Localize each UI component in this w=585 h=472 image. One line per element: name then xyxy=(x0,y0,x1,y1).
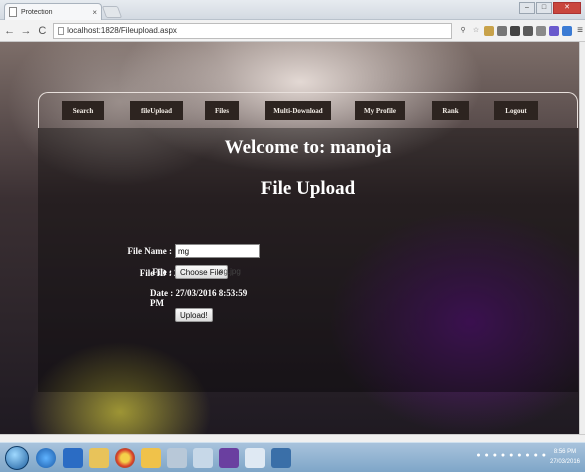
nav-files-button[interactable]: Files xyxy=(205,101,239,120)
internet-explorer-icon[interactable] xyxy=(36,448,56,468)
upload-panel: Welcome to: manoja File Upload File ID :… xyxy=(38,128,578,392)
maximize-button[interactable]: □ xyxy=(536,2,552,14)
extension-icon[interactable] xyxy=(536,25,547,36)
upload-button[interactable]: Upload! xyxy=(175,308,213,322)
close-window-button[interactable]: ✕ xyxy=(553,2,581,14)
extension-icons: ⚲ ☆ ≡ xyxy=(458,25,585,36)
nav-my-profile-button[interactable]: My Profile xyxy=(355,101,405,120)
tools-icon[interactable] xyxy=(193,448,213,468)
browser-toolbar: ← → C localhost:1828/Fileupload.aspx ⚲ ☆… xyxy=(0,20,585,42)
folder-icon[interactable] xyxy=(89,448,109,468)
star-app-icon[interactable] xyxy=(141,448,161,468)
file-label: File : xyxy=(152,267,172,277)
taskbar-clock[interactable]: 8:56 PM 27/03/2016 xyxy=(549,447,581,467)
window-app-icon[interactable] xyxy=(271,448,291,468)
nav-fileupload-button[interactable]: fileUpload xyxy=(130,101,183,120)
nav-logout-button[interactable]: Logout xyxy=(494,101,538,120)
page-icon xyxy=(58,26,65,35)
chrome-icon[interactable] xyxy=(115,448,135,468)
date-label: Date : 27/03/2016 8:53:59 PM xyxy=(150,288,248,308)
file-name-label: File Name : xyxy=(127,246,172,256)
main-navigation: Search fileUpload Files Multi-Download M… xyxy=(38,92,578,128)
page-icon xyxy=(9,7,17,17)
nav-multi-download-button[interactable]: Multi-Download xyxy=(265,101,331,120)
url-text: localhost:1828/Fileupload.aspx xyxy=(67,26,177,35)
extension-icon[interactable] xyxy=(523,25,534,36)
chosen-file-name: ng.jpg xyxy=(219,267,241,276)
extension-icon[interactable] xyxy=(562,25,573,36)
document-app-icon[interactable] xyxy=(245,448,265,468)
tab-title: Protection xyxy=(21,8,53,16)
menu-icon[interactable]: ≡ xyxy=(575,25,585,36)
extension-icon[interactable] xyxy=(484,25,495,36)
file-name-input[interactable] xyxy=(175,244,260,258)
vertical-scrollbar[interactable] xyxy=(579,42,585,434)
bookmark-star-icon[interactable]: ☆ xyxy=(471,26,481,36)
system-tray-icons[interactable]: ● ● ● ● ● ● ● ● ● xyxy=(476,452,547,459)
back-arrow-icon[interactable]: ← xyxy=(3,25,16,37)
new-tab-button[interactable] xyxy=(101,6,123,18)
browser-title-bar: Protection × – □ ✕ xyxy=(0,0,585,20)
clock-date: 27/03/2016 xyxy=(549,459,581,465)
address-bar[interactable]: localhost:1828/Fileupload.aspx xyxy=(53,22,453,39)
tab-close-icon[interactable]: × xyxy=(92,8,97,17)
extension-icon[interactable] xyxy=(510,25,521,36)
clock-time: 8:56 PM xyxy=(553,449,577,455)
zoom-icon[interactable]: ⚲ xyxy=(458,26,468,36)
forward-arrow-icon[interactable]: → xyxy=(19,25,32,37)
media-player-icon[interactable] xyxy=(63,448,83,468)
window-controls: – □ ✕ xyxy=(519,2,581,14)
reload-icon[interactable]: C xyxy=(36,25,49,37)
nav-search-button[interactable]: Search xyxy=(62,101,104,120)
extension-icon[interactable] xyxy=(497,25,508,36)
windows-taskbar: ● ● ● ● ● ● ● ● ● 8:56 PM 27/03/2016 xyxy=(0,442,585,472)
nav-rank-button[interactable]: Rank xyxy=(432,101,469,120)
browser-tab[interactable]: Protection × xyxy=(4,3,102,20)
extension-icon[interactable] xyxy=(549,25,560,36)
visual-studio-icon[interactable] xyxy=(219,448,239,468)
start-button[interactable] xyxy=(5,446,29,470)
horizontal-scrollbar[interactable] xyxy=(0,434,585,442)
welcome-heading: Welcome to: manoja xyxy=(224,137,392,158)
page-title: File Upload xyxy=(260,178,356,199)
paint-icon[interactable] xyxy=(167,448,187,468)
minimize-button[interactable]: – xyxy=(519,2,535,14)
